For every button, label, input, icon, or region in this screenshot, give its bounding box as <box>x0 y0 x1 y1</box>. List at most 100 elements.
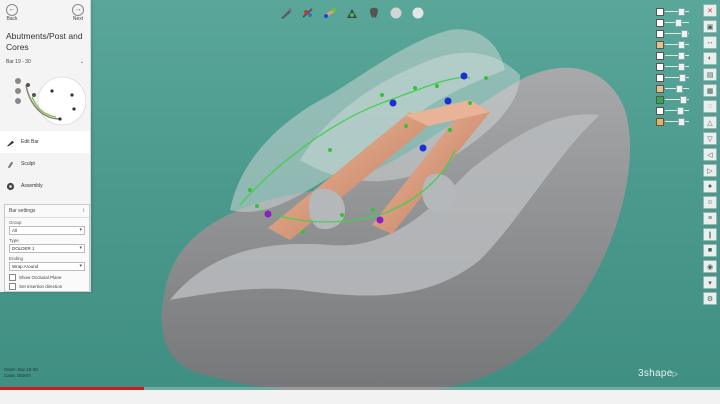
type-select[interactable]: DOLDER 1 <box>9 244 85 253</box>
color-swatch[interactable] <box>656 96 664 104</box>
tooth-color-icon[interactable]: ● <box>703 180 717 193</box>
slider-thumb[interactable] <box>675 19 683 27</box>
control-point-green <box>413 86 417 90</box>
section-icon[interactable]: ▤ <box>703 68 717 81</box>
slider-track[interactable] <box>665 11 689 12</box>
slider-thumb[interactable] <box>677 107 685 115</box>
scan-tool-icon[interactable] <box>278 5 294 21</box>
color-swatch[interactable] <box>656 52 664 60</box>
color-swatch[interactable] <box>656 118 664 126</box>
tooth-dark-icon[interactable] <box>366 5 382 21</box>
tool-label: Sculpt <box>21 161 35 167</box>
tooth-faded-icon[interactable] <box>410 5 426 21</box>
settings-icon[interactable]: ⚙ <box>703 292 717 305</box>
control-point-blue <box>419 144 427 152</box>
checkbox[interactable] <box>9 283 16 290</box>
checkbox[interactable] <box>9 274 16 281</box>
logo-text: 3shape <box>638 368 673 379</box>
set-insertion-checkbox[interactable]: Set insertion direction <box>5 281 89 290</box>
opacity-slider-9[interactable] <box>655 94 691 105</box>
cube-icon[interactable]: ▣ <box>703 20 717 33</box>
opacity-slider-4[interactable] <box>655 39 691 50</box>
opacity-slider-10[interactable] <box>655 105 691 116</box>
slider-thumb[interactable] <box>678 8 686 16</box>
slider-thumb[interactable] <box>678 63 686 71</box>
capture-icon[interactable]: ◉ <box>703 260 717 273</box>
slider-thumb[interactable] <box>676 85 684 93</box>
control-point-green <box>435 84 439 88</box>
grid-icon[interactable]: ▦ <box>703 84 717 97</box>
opacity-slider-6[interactable] <box>655 61 691 72</box>
tool-label: Assembly <box>21 183 43 189</box>
3d-viewport[interactable] <box>0 0 720 404</box>
tool-assembly[interactable]: Assembly <box>0 175 90 197</box>
slider-thumb[interactable] <box>680 96 688 104</box>
opacity-slider-11[interactable] <box>655 116 691 127</box>
opacity-slider-2[interactable] <box>655 17 691 28</box>
tool-sculpt[interactable]: Sculpt <box>0 153 90 175</box>
settings-header[interactable]: Bar settings ↕ <box>5 205 89 218</box>
group-select[interactable]: All <box>9 226 85 235</box>
ending-select[interactable]: Wrap Around <box>9 262 85 271</box>
color-swatch[interactable] <box>656 41 664 49</box>
opacity-slider-7[interactable] <box>655 72 691 83</box>
slider-thumb[interactable] <box>678 118 686 126</box>
transparency-icon[interactable]: ◌ <box>703 100 717 113</box>
gingiva-tool-icon[interactable] <box>344 5 360 21</box>
opacity-slider-1[interactable] <box>655 6 691 17</box>
tooth-light-icon[interactable] <box>388 5 404 21</box>
color-swatch[interactable] <box>656 30 664 38</box>
color-swatch[interactable] <box>656 74 664 82</box>
face-icon[interactable]: ☺ <box>703 196 717 209</box>
slider-track[interactable] <box>665 55 689 56</box>
collapse-icon[interactable]: ↕ <box>82 208 85 214</box>
close-icon[interactable]: ✕ <box>703 4 717 17</box>
view-left-icon[interactable]: ◁ <box>703 148 717 161</box>
chevron-down-icon[interactable]: ▾ <box>703 276 717 289</box>
next-button[interactable]: → Next <box>72 4 84 28</box>
opacity-slider-8[interactable] <box>655 83 691 94</box>
slider-thumb[interactable] <box>678 41 686 49</box>
slider-track[interactable] <box>665 66 689 67</box>
ruler-icon[interactable]: ∥ <box>703 228 717 241</box>
color-swatch[interactable] <box>656 107 664 115</box>
camera-icon[interactable]: ■ <box>703 244 717 257</box>
control-point-green <box>248 188 252 192</box>
color-swatch[interactable] <box>656 19 664 27</box>
slider-thumb[interactable] <box>678 52 686 60</box>
bar-selector[interactable]: Bar 19 - 30 ⌄ <box>0 57 90 67</box>
dental-model-render[interactable] <box>0 0 720 404</box>
view-right-icon[interactable]: ▷ <box>703 164 717 177</box>
opacity-slider-5[interactable] <box>655 50 691 61</box>
view-front-icon[interactable]: △ <box>703 116 717 129</box>
edit-bar-icon <box>6 140 15 146</box>
toothbrush-tool-icon[interactable] <box>300 5 316 21</box>
control-point-green <box>380 93 384 97</box>
back-button[interactable]: ← Back <box>6 4 18 28</box>
color-swatch[interactable] <box>656 63 664 71</box>
tooth-chart[interactable] <box>4 67 87 131</box>
control-point-green <box>328 148 332 152</box>
measure-icon[interactable]: ↔ <box>703 36 717 49</box>
opacity-slider-3[interactable] <box>655 28 691 39</box>
control-point-green <box>448 128 452 132</box>
implant-tool-icon[interactable] <box>322 5 338 21</box>
nav-row: ← Back → Next <box>0 0 90 28</box>
logo-triangle-icon: ▷ <box>672 371 679 378</box>
case-text: Case: DEMO <box>4 373 31 378</box>
view-back-icon[interactable]: ▽ <box>703 132 717 145</box>
color-swatch[interactable] <box>656 8 664 16</box>
slider-thumb[interactable] <box>679 74 687 82</box>
tool-edit-bar[interactable]: Edit Bar <box>0 131 90 153</box>
tooth-arch-icon <box>15 76 87 126</box>
show-occlusal-checkbox[interactable]: Show Occlusal Plane <box>5 272 89 281</box>
slider-track[interactable] <box>665 44 689 45</box>
control-point-purple <box>264 210 272 218</box>
sculpt-icon <box>7 161 14 168</box>
layers-icon[interactable]: ≡ <box>703 212 717 225</box>
slider-track[interactable] <box>665 121 689 122</box>
contours-icon[interactable]: ◐ <box>703 52 717 65</box>
back-label: Back <box>6 16 18 22</box>
slider-thumb[interactable] <box>681 30 689 38</box>
color-swatch[interactable] <box>656 85 664 93</box>
